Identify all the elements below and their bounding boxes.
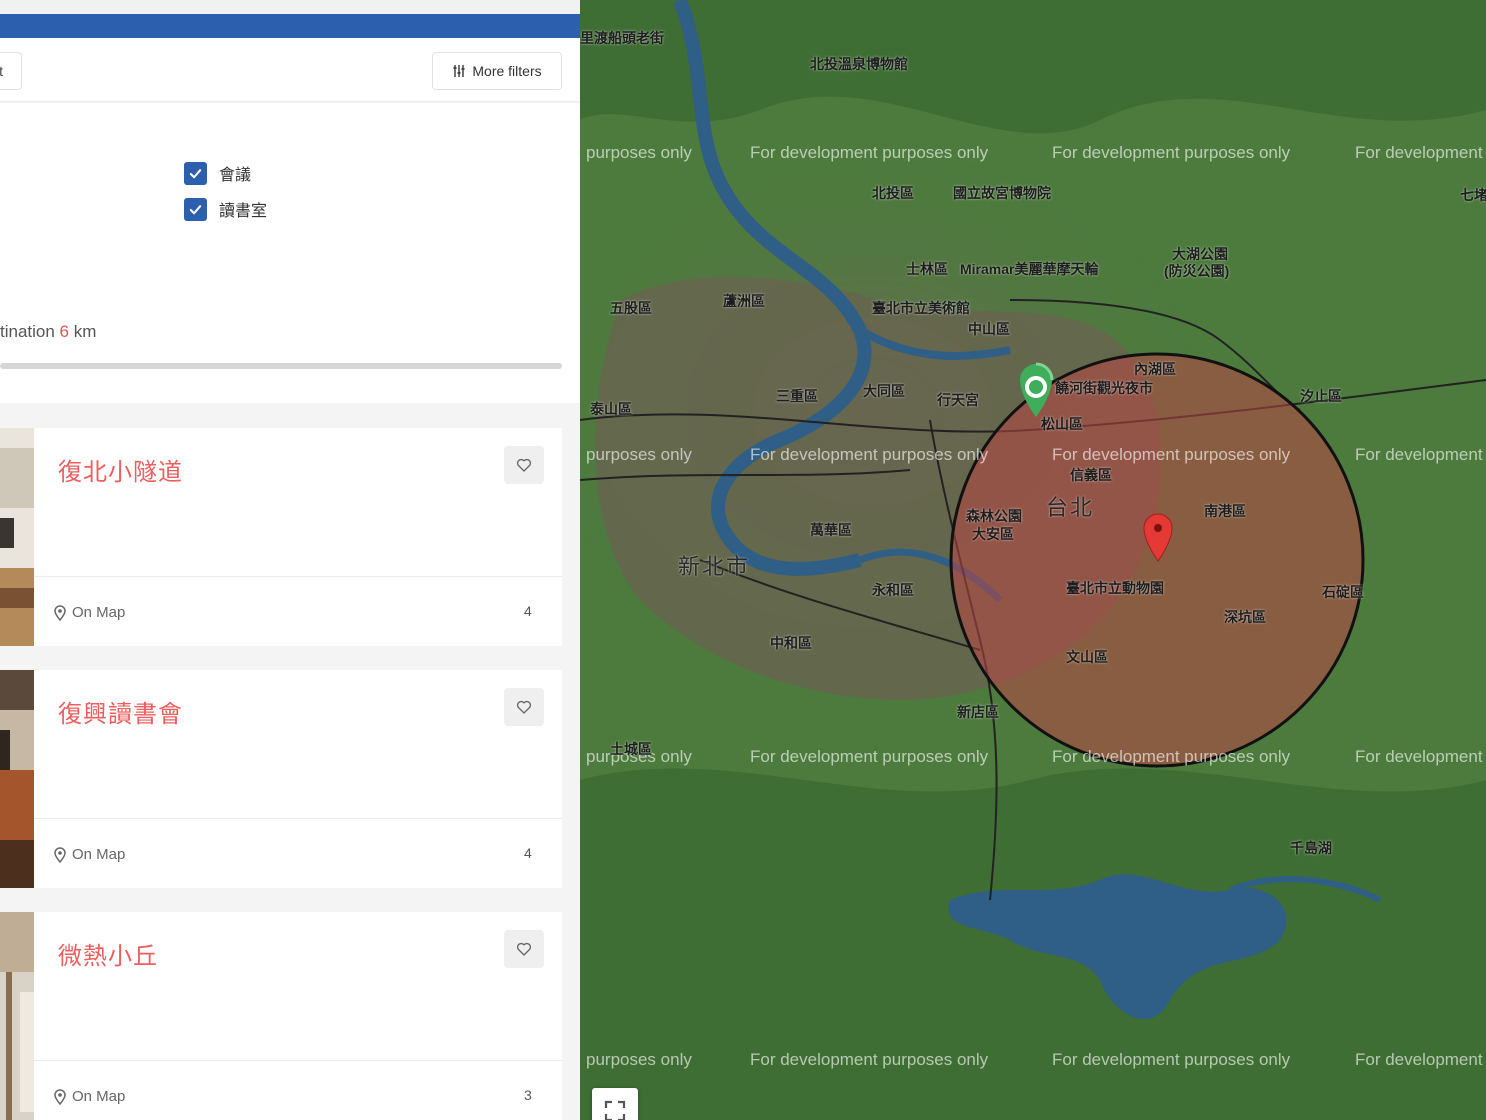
listing-count: 4 xyxy=(524,603,532,619)
map-pin-icon xyxy=(54,604,66,621)
listing-footer: On Map 3 xyxy=(34,1060,562,1120)
favorite-button[interactable] xyxy=(504,688,544,726)
listing-card[interactable]: 復北小隧道 On Map 4 xyxy=(0,428,562,646)
map-view[interactable]: purposes only For development purposes o… xyxy=(580,0,1486,1120)
fullscreen-button[interactable] xyxy=(592,1088,638,1120)
sort-button[interactable]: t xyxy=(0,52,22,90)
listing-footer: On Map 4 xyxy=(34,576,562,646)
listing-thumbnail[interactable] xyxy=(0,670,34,888)
listing-title[interactable]: 復興讀書會 xyxy=(58,694,183,729)
listing-title[interactable]: 微熱小丘 xyxy=(58,936,158,971)
listing-card[interactable]: 微熱小丘 On Map 3 xyxy=(0,912,562,1120)
listing-title[interactable]: 復北小隧道 xyxy=(58,452,183,487)
top-strip xyxy=(0,0,580,14)
filter-toolbar: t More filters xyxy=(0,38,580,102)
map-basemap[interactable] xyxy=(580,0,1486,1120)
sort-button-label: t xyxy=(0,63,3,79)
on-map-link[interactable]: On Map xyxy=(54,846,125,863)
heart-icon xyxy=(516,458,532,472)
listing-count: 3 xyxy=(524,1087,532,1103)
listing-thumbnail[interactable] xyxy=(0,912,34,1120)
listing-card[interactable]: 復興讀書會 On Map 4 xyxy=(0,670,562,888)
header-bar xyxy=(0,14,580,38)
filter-panel: 會議 讀書室 tination 6 km xyxy=(0,103,580,403)
more-filters-button[interactable]: More filters xyxy=(432,52,562,90)
map-pin-icon xyxy=(54,846,66,863)
sliders-icon xyxy=(453,65,465,77)
checkbox-checked-icon[interactable] xyxy=(184,161,207,185)
favorite-button[interactable] xyxy=(504,446,544,484)
current-location-pin[interactable] xyxy=(1016,360,1056,418)
on-map-label: On Map xyxy=(72,604,126,621)
distance-prefix: tination xyxy=(0,322,60,341)
distance-unit: km xyxy=(69,322,97,341)
destination-pin[interactable] xyxy=(1142,512,1174,562)
heart-icon xyxy=(516,700,532,714)
listing-footer: On Map 4 xyxy=(34,818,562,888)
favorite-button[interactable] xyxy=(504,930,544,968)
checkbox-meeting[interactable]: 會議 xyxy=(184,161,251,185)
checkbox-label: 會議 xyxy=(219,167,252,184)
checkbox-checked-icon[interactable] xyxy=(184,197,207,221)
listing-panel: t More filters 會議 讀書室 tination 6 km 復北小隧… xyxy=(0,0,580,1120)
fullscreen-icon xyxy=(604,1100,626,1120)
on-map-label: On Map xyxy=(72,846,126,863)
listing-thumbnail[interactable] xyxy=(0,428,34,646)
distance-slider[interactable] xyxy=(0,363,562,369)
on-map-label: On Map xyxy=(72,1088,126,1105)
checkbox-label: 讀書室 xyxy=(219,203,268,220)
heart-icon xyxy=(516,942,532,956)
listing-count: 4 xyxy=(524,845,532,861)
map-pin-icon xyxy=(54,1088,66,1105)
on-map-link[interactable]: On Map xyxy=(54,604,125,621)
more-filters-label: More filters xyxy=(472,63,542,79)
distance-label: tination 6 km xyxy=(0,322,96,342)
distance-value: 6 xyxy=(59,322,70,341)
checkbox-study-room[interactable]: 讀書室 xyxy=(184,197,267,221)
on-map-link[interactable]: On Map xyxy=(54,1088,125,1105)
